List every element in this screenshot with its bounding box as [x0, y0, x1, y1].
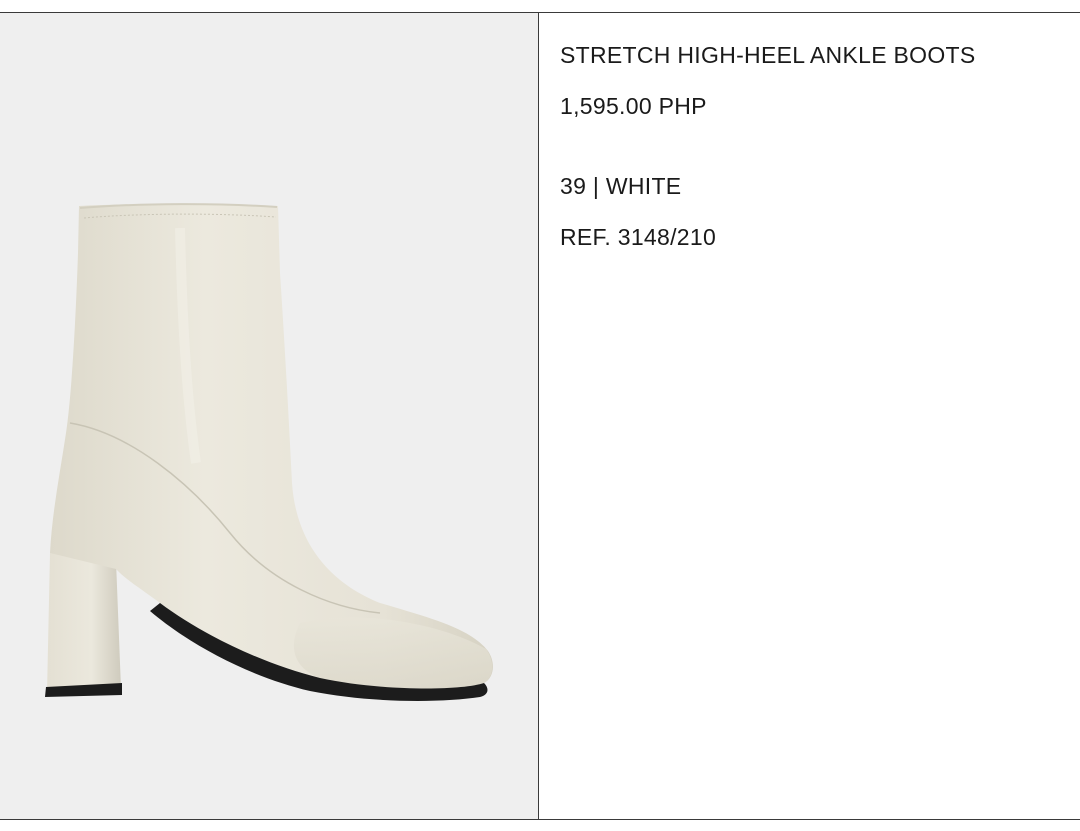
- boot-heel: [47, 553, 121, 693]
- product-reference: REF. 3148/210: [560, 224, 717, 250]
- product-variant: 39 | WHITE: [560, 173, 682, 199]
- boot-icon: [45, 203, 493, 701]
- product-image[interactable]: [0, 13, 539, 819]
- product-title: STRETCH HIGH-HEEL ANKLE BOOTS: [560, 42, 976, 68]
- product-details: STRETCH HIGH-HEEL ANKLE BOOTS 1,595.00 P…: [539, 13, 1080, 819]
- product-card: STRETCH HIGH-HEEL ANKLE BOOTS 1,595.00 P…: [0, 12, 1080, 820]
- product-price: 1,595.00 PHP: [560, 93, 707, 119]
